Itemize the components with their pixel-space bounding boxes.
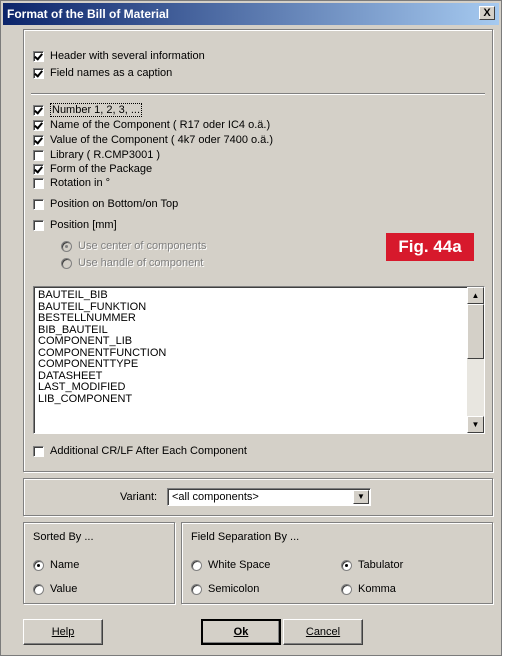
- field-label: Name of the Component ( R17 oder IC4 o.ä…: [50, 119, 271, 131]
- help-button[interactable]: Help: [23, 619, 103, 645]
- position-option-label: Use center of components: [78, 240, 207, 252]
- field-position-mm[interactable]: Position [mm]: [33, 217, 117, 233]
- radio-separator[interactable]: [191, 559, 202, 571]
- checkbox-field[interactable]: [33, 104, 44, 116]
- close-icon: X: [483, 7, 491, 19]
- scroll-down-button[interactable]: ▼: [467, 416, 484, 433]
- radio-sort[interactable]: [33, 583, 44, 595]
- separator-option-semicolon[interactable]: Semicolon: [191, 581, 259, 597]
- separator-option-white-space[interactable]: White Space: [191, 557, 270, 573]
- position-option-handle[interactable]: Use handle of component: [61, 255, 203, 271]
- close-button[interactable]: X: [479, 6, 495, 20]
- checkbox-field[interactable]: [33, 163, 44, 175]
- separator-option-label: Semicolon: [208, 583, 260, 595]
- chevron-down-icon: ▼: [357, 492, 365, 501]
- list-item[interactable]: BESTELLNUMMER: [38, 312, 166, 325]
- checkbox-header-info[interactable]: [33, 50, 44, 62]
- list-item[interactable]: COMPONENT_LIB: [38, 335, 166, 348]
- option-header-info[interactable]: Header with several information: [33, 48, 205, 64]
- checkbox-field[interactable]: [33, 177, 44, 189]
- sort-option-name[interactable]: Name: [33, 557, 79, 573]
- field-separation-title: Field Separation By ...: [191, 531, 300, 543]
- field-bottom-top[interactable]: Position on Bottom/on Top: [33, 196, 178, 212]
- radio-separator[interactable]: [341, 559, 352, 571]
- option-field-names-caption[interactable]: Field names as a caption: [33, 65, 172, 81]
- scroll-up-button[interactable]: ▲: [467, 287, 484, 304]
- field-name[interactable]: Name of the Component ( R17 oder IC4 o.ä…: [33, 117, 270, 133]
- triangle-down-icon: ▼: [471, 420, 480, 429]
- variant-select[interactable]: <all components> ▼: [167, 488, 371, 506]
- window-title: Format of the Bill of Material: [7, 7, 170, 21]
- scroll-thumb[interactable]: [467, 304, 484, 359]
- field-number[interactable]: Number 1, 2, 3, ...: [33, 102, 143, 118]
- ok-button-label: Ok: [233, 626, 249, 638]
- option-label: Field names as a caption: [50, 67, 173, 79]
- field-rotation[interactable]: Rotation in °: [33, 175, 110, 191]
- field-label: Library ( R.CMP3001 ): [50, 149, 161, 161]
- position-option-label: Use handle of component: [78, 257, 204, 269]
- sort-option-value[interactable]: Value: [33, 581, 77, 597]
- checkbox-crlf[interactable]: [33, 445, 44, 457]
- separator-option-tabulator[interactable]: Tabulator: [341, 557, 403, 573]
- radio-position[interactable]: [61, 257, 72, 269]
- radio-separator[interactable]: [191, 583, 202, 595]
- checkbox-field[interactable]: [33, 198, 44, 210]
- radio-sort[interactable]: [33, 559, 44, 571]
- position-option-center[interactable]: Use center of components: [61, 238, 206, 254]
- separator-option-label: White Space: [208, 559, 271, 571]
- variant-dropdown-button[interactable]: ▼: [353, 490, 369, 504]
- attribute-list: BAUTEIL_BIB BAUTEIL_FUNKTION BESTELLNUMM…: [38, 289, 166, 406]
- listbox-scrollbar[interactable]: ▲ ▼: [467, 287, 484, 433]
- field-label: Number 1, 2, 3, ...: [50, 103, 143, 117]
- checkbox-field[interactable]: [33, 134, 44, 146]
- field-label: Rotation in °: [50, 177, 111, 189]
- list-item[interactable]: LIB_COMPONENT: [38, 393, 166, 406]
- field-label: Form of the Package: [50, 163, 153, 175]
- help-button-label: Help: [51, 626, 75, 638]
- field-value[interactable]: Value of the Component ( 4k7 oder 7400 o…: [33, 132, 273, 148]
- field-label: Position [mm]: [50, 219, 117, 231]
- separator-option-label: Tabulator: [358, 559, 404, 571]
- figure-label: Fig. 44a: [386, 233, 474, 261]
- checkbox-field[interactable]: [33, 219, 44, 231]
- radio-separator[interactable]: [341, 583, 352, 595]
- list-item[interactable]: LAST_MODIFIED: [38, 381, 166, 394]
- option-label: Additional CR/LF After Each Component: [50, 445, 247, 457]
- attribute-listbox[interactable]: BAUTEIL_BIB BAUTEIL_FUNKTION BESTELLNUMM…: [33, 286, 485, 434]
- variant-label: Variant:: [120, 491, 158, 503]
- ok-button[interactable]: Ok: [201, 619, 281, 645]
- list-item[interactable]: COMPONENTTYPE: [38, 358, 166, 371]
- radio-position[interactable]: [61, 240, 72, 252]
- sorted-by-title: Sorted By ...: [33, 531, 94, 543]
- field-label: Position on Bottom/on Top: [50, 198, 179, 210]
- title-bar: Format of the Bill of Material X: [3, 3, 499, 25]
- checkbox-field[interactable]: [33, 149, 44, 161]
- triangle-up-icon: ▲: [471, 291, 480, 300]
- variant-value: <all components>: [172, 491, 259, 503]
- option-label: Header with several information: [50, 50, 205, 62]
- option-crlf[interactable]: Additional CR/LF After Each Component: [33, 443, 247, 459]
- cancel-button-label: Cancel: [305, 626, 341, 638]
- sort-option-label: Value: [50, 583, 78, 595]
- separator: [31, 93, 485, 95]
- separator-option-label: Komma: [358, 583, 396, 595]
- list-item[interactable]: BAUTEIL_BIB: [38, 289, 166, 302]
- dialog-window: Format of the Bill of Material X Header …: [0, 0, 502, 656]
- field-label: Value of the Component ( 4k7 oder 7400 o…: [50, 134, 273, 146]
- checkbox-field[interactable]: [33, 119, 44, 131]
- separator-option-komma[interactable]: Komma: [341, 581, 396, 597]
- sort-option-label: Name: [50, 559, 80, 571]
- cancel-button[interactable]: Cancel: [283, 619, 363, 645]
- checkbox-field-names-caption[interactable]: [33, 67, 44, 79]
